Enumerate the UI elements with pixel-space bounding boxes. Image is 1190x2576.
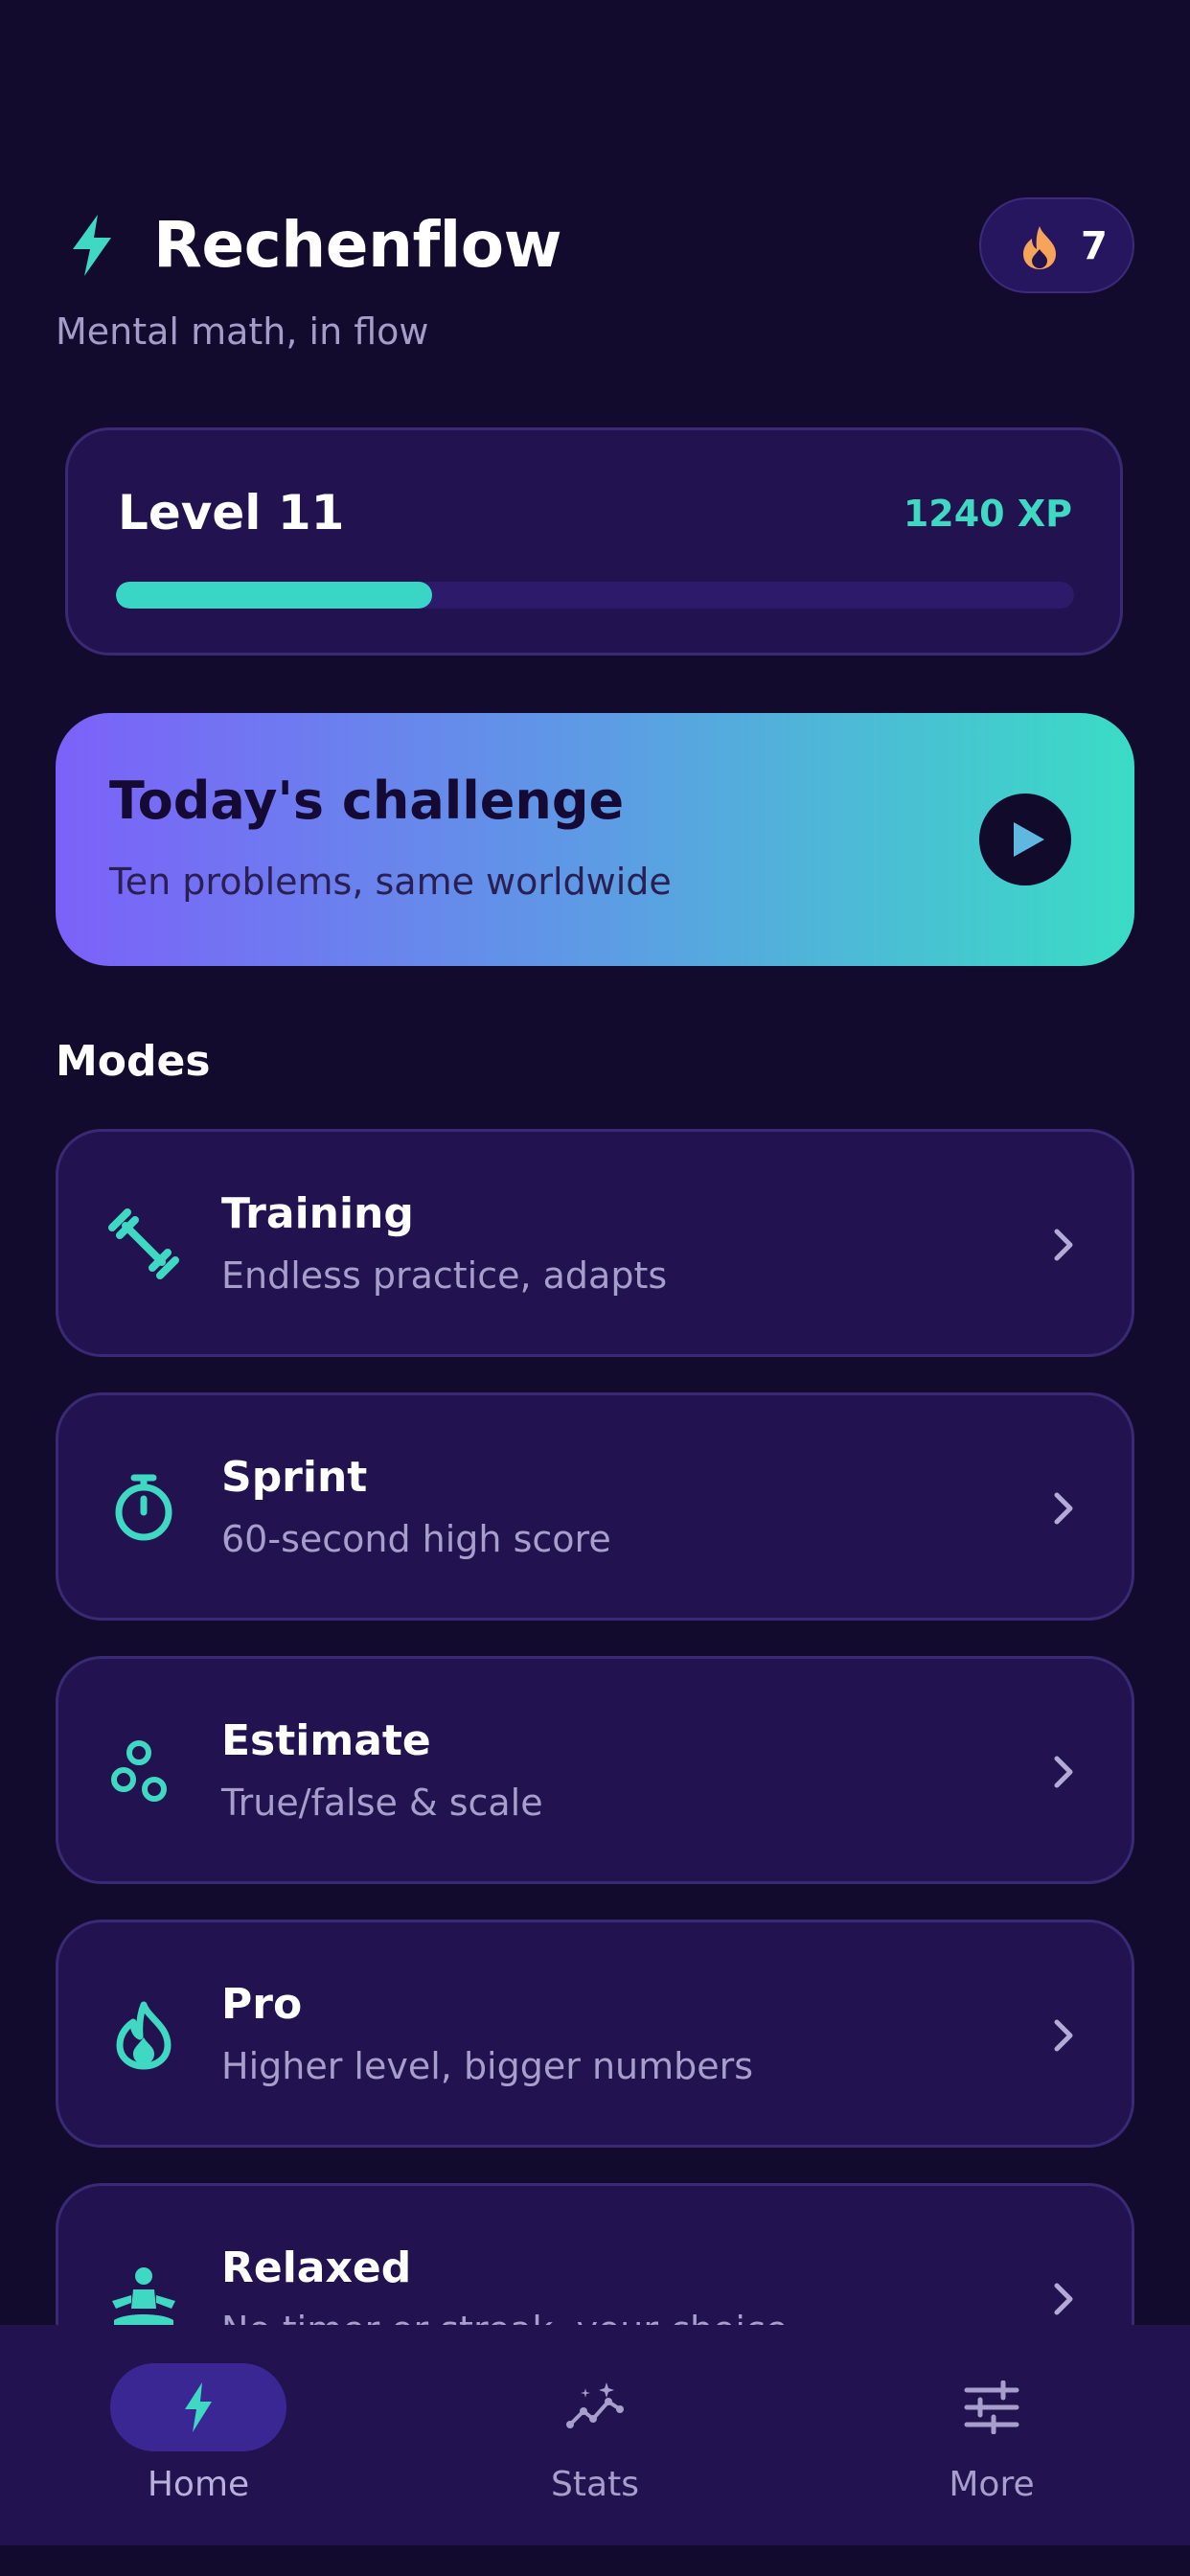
chevron-right-icon	[1054, 1492, 1073, 1525]
nav-item-more[interactable]: More	[793, 2325, 1190, 2545]
mode-title: Training	[221, 1189, 414, 1238]
lightning-bolt-icon	[185, 2382, 212, 2432]
bubbles-icon	[111, 1740, 167, 1802]
system-gesture-area	[0, 2545, 1190, 2576]
nav-label: Stats	[551, 2465, 639, 2504]
dumbbell-icon	[108, 1208, 179, 1279]
home-screen: Rechenflow 7 Mental math, in flow Level …	[0, 0, 1190, 2576]
flame-icon	[116, 2001, 172, 2070]
stats-sparkle-icon	[566, 2382, 624, 2428]
daily-challenge-card[interactable]: Today's challenge Ten problems, same wor…	[56, 713, 1134, 966]
mode-subtitle: Higher level, bigger numbers	[221, 2045, 754, 2087]
play-icon	[1014, 822, 1044, 857]
mode-card-pro[interactable]: Pro Higher level, bigger numbers	[56, 1920, 1134, 2148]
streak-count: 7	[1081, 224, 1108, 268]
mode-title: Pro	[221, 1980, 303, 2029]
xp-value: 1240 XP	[903, 493, 1072, 535]
nav-label: More	[949, 2465, 1035, 2504]
play-button[interactable]	[979, 794, 1071, 886]
mode-title: Estimate	[221, 1716, 431, 1765]
nav-item-home[interactable]: Home	[0, 2325, 397, 2545]
chevron-right-icon	[1054, 1229, 1073, 1261]
mode-subtitle: Endless practice, adapts	[221, 1254, 668, 1297]
nav-item-stats[interactable]: Stats	[397, 2325, 793, 2545]
modes-section-title: Modes	[56, 1037, 211, 1086]
level-progress-fill	[116, 582, 432, 609]
level-label: Level 11	[118, 485, 345, 540]
chevron-right-icon	[1054, 2019, 1073, 2052]
level-card[interactable]: Level 11 1240 XP	[65, 427, 1123, 656]
challenge-title: Today's challenge	[109, 770, 625, 831]
stopwatch-icon	[115, 1474, 172, 1541]
mode-card-estimate[interactable]: Estimate True/false & scale	[56, 1656, 1134, 1884]
level-progress-bar	[116, 582, 1074, 609]
chevron-right-icon	[1054, 2283, 1073, 2315]
app-title: Rechenflow	[153, 208, 562, 282]
nav-label: Home	[147, 2465, 250, 2504]
mode-subtitle: 60-second high score	[221, 1518, 611, 1560]
bottom-navigation: Home Stats More	[0, 2325, 1190, 2545]
chevron-right-icon	[1054, 1756, 1073, 1788]
sliders-icon	[964, 2380, 1019, 2434]
app-subtitle: Mental math, in flow	[56, 310, 429, 353]
mode-title: Relaxed	[221, 2243, 412, 2292]
flame-icon	[1023, 226, 1056, 269]
challenge-subtitle: Ten problems, same worldwide	[109, 861, 672, 903]
mode-subtitle: True/false & scale	[221, 1782, 543, 1824]
app-header: Rechenflow 7	[56, 192, 1134, 307]
mode-title: Sprint	[221, 1453, 368, 1502]
mode-card-sprint[interactable]: Sprint 60-second high score	[56, 1392, 1134, 1621]
lightning-bolt-icon	[73, 215, 111, 276]
streak-badge[interactable]: 7	[979, 197, 1134, 293]
mode-card-training[interactable]: Training Endless practice, adapts	[56, 1129, 1134, 1357]
